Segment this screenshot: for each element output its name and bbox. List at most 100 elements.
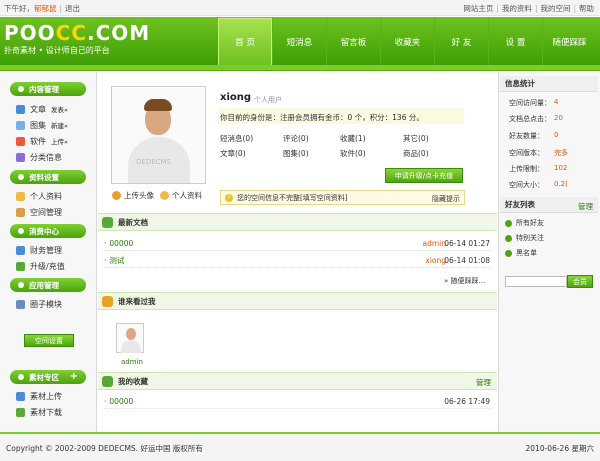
nav-guestbook[interactable]: 留言板 bbox=[326, 18, 380, 65]
notice-link[interactable]: 您的空间信息不完整[填写空间资料] bbox=[237, 193, 347, 203]
logout-link[interactable]: 退出 bbox=[65, 4, 80, 13]
stat-comments[interactable]: 评论(0) bbox=[283, 133, 309, 144]
category-icon bbox=[16, 152, 25, 162]
avatar: DEDECMS bbox=[111, 86, 206, 184]
nav-friends[interactable]: 好 友 bbox=[434, 18, 488, 65]
stat-row: 空间访问量： 4 bbox=[509, 98, 559, 107]
slogan: 扑奇素材 • 设计师自己的平台 bbox=[4, 46, 110, 55]
profile-notice: ! 您的空间信息不完整[填写空间资料] 隐藏提示 bbox=[220, 190, 465, 205]
friends-manage-link[interactable]: 管理 bbox=[578, 201, 593, 212]
bullet-icon bbox=[505, 234, 512, 242]
header-divider bbox=[0, 65, 600, 71]
nav-home[interactable]: 首 页 bbox=[218, 18, 272, 65]
stat-others[interactable]: 其它(0) bbox=[403, 133, 429, 144]
upload-avatar-link[interactable]: 上传头像 bbox=[112, 190, 154, 201]
sidebar-item-material-download[interactable]: 素材下载 bbox=[16, 406, 62, 418]
plus-icon: + bbox=[69, 371, 78, 382]
sidebar-item-software[interactable]: 软件 上传» bbox=[16, 135, 68, 147]
nav-favorites[interactable]: 收藏夹 bbox=[380, 18, 434, 65]
sidebar-item-article[interactable]: 文章 发表» bbox=[16, 103, 68, 115]
sidebar-item-personal-info[interactable]: 个人资料 bbox=[16, 190, 62, 202]
footer-date: 2010-06-26 星期六 bbox=[525, 444, 594, 453]
footer: Copyright © 2002-2009 DEDECMS. 好运中国 版权所有… bbox=[0, 432, 600, 461]
sidebar-item-upgrade[interactable]: 升级/充值 bbox=[16, 260, 65, 272]
table-row[interactable]: · 测试 xiong 06-14 01:08 bbox=[104, 254, 492, 268]
stat-row: 空间大小： 0.2( bbox=[509, 180, 568, 189]
more-random-link[interactable]: » 随便踩踩... bbox=[444, 276, 485, 286]
user-icon bbox=[112, 191, 121, 200]
bullet-icon bbox=[18, 174, 24, 180]
username-link[interactable]: 郁郁鼠 bbox=[34, 4, 57, 13]
user-icon bbox=[160, 191, 169, 200]
main-nav: 首 页 短消息 留言板 收藏夹 好 友 设 置 随便踩踩 bbox=[218, 18, 596, 65]
nav-messages[interactable]: 短消息 bbox=[272, 18, 326, 65]
stat-articles[interactable]: 文章(0) bbox=[220, 148, 246, 159]
apply-upgrade-button[interactable]: 申请升级/点卡充值 bbox=[385, 168, 463, 183]
software-icon bbox=[16, 136, 25, 146]
bullet-icon bbox=[18, 228, 24, 234]
document-icon bbox=[16, 104, 25, 114]
user-icon bbox=[16, 191, 25, 201]
friend-search-input[interactable] bbox=[505, 276, 567, 287]
visitors-header: 谁来看过我 bbox=[98, 292, 497, 310]
personal-info-link[interactable]: 个人资料 bbox=[160, 190, 202, 201]
stat-row: 上传限制： 102 bbox=[509, 164, 568, 173]
section-material: 素材专区 + bbox=[10, 370, 86, 384]
stat-software[interactable]: 软件(0) bbox=[340, 148, 366, 159]
sidebar-item-album[interactable]: 图集 新建» bbox=[16, 119, 68, 131]
favorite-icon bbox=[102, 375, 113, 387]
upgrade-icon bbox=[16, 261, 25, 271]
stat-messages[interactable]: 短消息(0) bbox=[220, 133, 253, 144]
stat-goods[interactable]: 商品(0) bbox=[403, 148, 429, 159]
profile-username: xiong bbox=[220, 92, 252, 103]
bullet-icon bbox=[505, 249, 512, 257]
friend-search-button[interactable]: 会员 bbox=[567, 275, 593, 288]
sidebar-item-finance[interactable]: 财务管理 bbox=[16, 244, 62, 256]
friends-all-link[interactable]: 所有好友 bbox=[505, 218, 544, 228]
stat-row: 文档总点击： 20 bbox=[509, 114, 563, 123]
space-settings-button[interactable]: 空间设置 bbox=[24, 334, 74, 347]
latest-docs-header: 最新文档 bbox=[98, 213, 497, 231]
favorites-header: 我的收藏 管理 bbox=[98, 372, 497, 390]
visitor-name[interactable]: admin bbox=[121, 358, 143, 366]
folder-icon bbox=[16, 207, 25, 217]
nav-settings[interactable]: 设 置 bbox=[488, 18, 542, 65]
table-row[interactable]: · 00000 06-26 17:49 bbox=[104, 395, 492, 409]
friends-blacklist-link[interactable]: 黑名单 bbox=[505, 248, 537, 258]
section-app-mgmt: 应用管理 bbox=[10, 278, 86, 292]
bullet-icon bbox=[18, 282, 24, 288]
info-stats-header: 信息统计 bbox=[500, 76, 598, 92]
stat-row: 好友数量： 0 bbox=[509, 131, 559, 140]
friends-special-link[interactable]: 特别关注 bbox=[505, 233, 544, 243]
avatar-watermark: DEDECMS bbox=[136, 158, 171, 166]
stat-row: 空间版本： 完多 bbox=[509, 149, 568, 157]
group-icon bbox=[16, 299, 25, 309]
sidebar-item-circle[interactable]: 圈子模块 bbox=[16, 298, 62, 310]
sidebar-item-material-upload[interactable]: 素材上传 bbox=[16, 390, 62, 402]
visitor-avatar[interactable] bbox=[116, 323, 144, 353]
hide-notice-button[interactable]: 隐藏提示 bbox=[432, 194, 460, 204]
bullet-icon bbox=[18, 374, 24, 380]
site-logo[interactable]: POOCC.COM bbox=[4, 21, 150, 45]
greeting-text: 下午好， bbox=[4, 4, 34, 13]
nav-random[interactable]: 随便踩踩 bbox=[542, 18, 596, 65]
site-home-link[interactable]: 网站主页 bbox=[463, 4, 493, 13]
sidebar-item-space-mgmt[interactable]: 空间管理 bbox=[16, 206, 62, 218]
section-consume-center: 消费中心 bbox=[10, 224, 86, 238]
identity-info: 你目前的身份是：注册会员拥有金币：0 个，积分：136 分。 bbox=[218, 108, 464, 124]
table-row[interactable]: · 00000 admin 06-14 01:27 bbox=[104, 237, 492, 251]
stat-favorites[interactable]: 收藏(1) bbox=[340, 133, 366, 144]
user-type: 个人用户 bbox=[254, 96, 282, 104]
finance-icon bbox=[16, 245, 25, 255]
picture-icon bbox=[16, 120, 25, 130]
friends-header: 好友列表 管理 bbox=[500, 197, 598, 213]
stat-albums[interactable]: 图集(0) bbox=[283, 148, 309, 159]
section-content-mgmt: 内容管理 bbox=[10, 82, 86, 96]
my-profile-link[interactable]: 我的资料 bbox=[502, 4, 532, 13]
favorites-manage-link[interactable]: 管理 bbox=[476, 377, 491, 388]
download-icon bbox=[16, 407, 25, 417]
sidebar-item-classified[interactable]: 分类信息 bbox=[16, 151, 62, 163]
help-link[interactable]: 帮助 bbox=[579, 4, 594, 13]
warning-icon: ! bbox=[225, 193, 233, 202]
my-space-link[interactable]: 我的空间 bbox=[540, 4, 570, 13]
